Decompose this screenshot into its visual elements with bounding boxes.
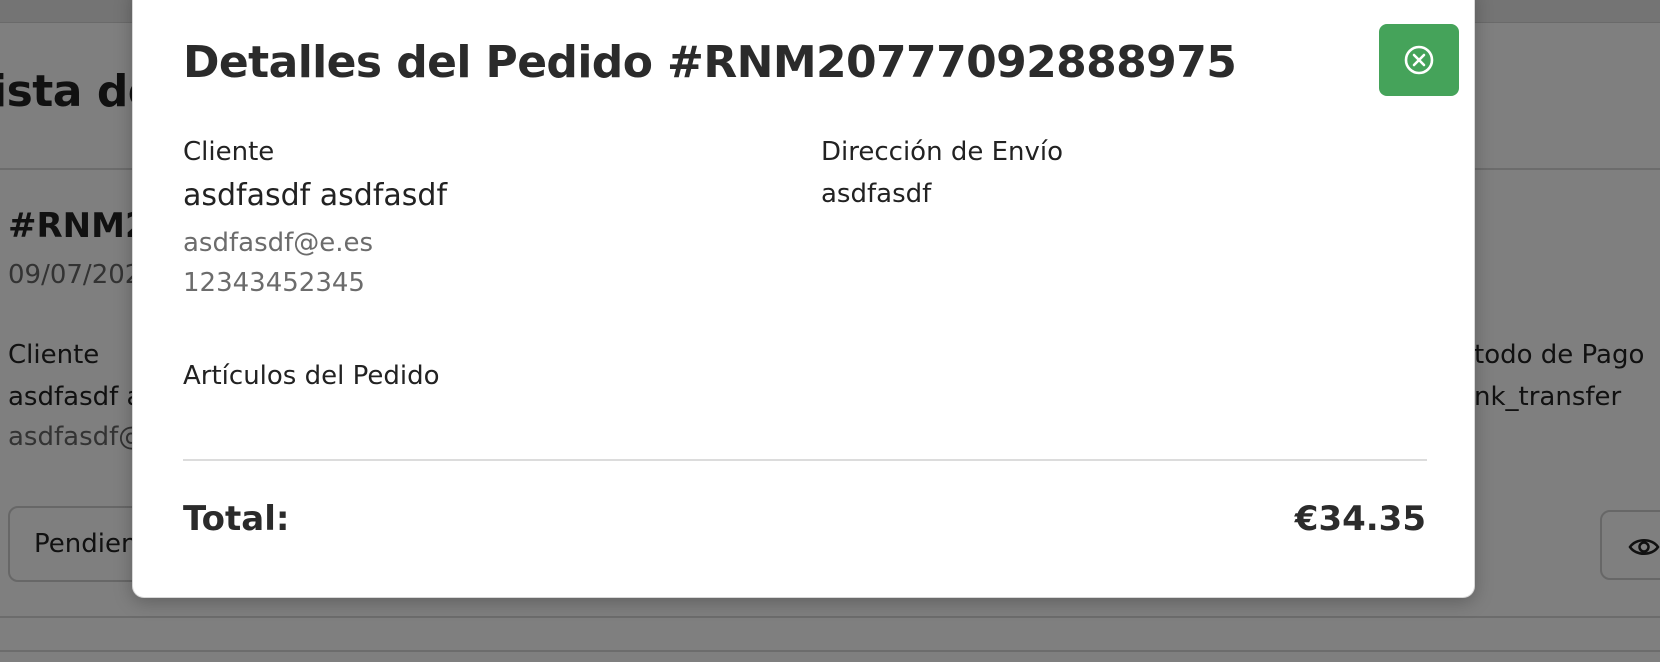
close-circle-icon <box>1404 45 1434 75</box>
customer-email: asdfasdf@e.es <box>183 228 374 258</box>
close-button[interactable] <box>1379 24 1459 96</box>
customer-name: asdfasdf asdfasdf <box>183 178 448 213</box>
modal-title: Detalles del Pedido #RNM20777092888975 <box>183 37 1237 88</box>
shipping-address-label: Dirección de Envío <box>821 137 1064 167</box>
order-items-heading: Artículos del Pedido <box>183 361 440 391</box>
modal-divider <box>183 459 1427 461</box>
total-value: €34.35 <box>1294 499 1426 539</box>
customer-label: Cliente <box>183 137 275 167</box>
customer-phone: 12343452345 <box>183 268 365 298</box>
shipping-address-value: asdfasdf <box>821 179 932 209</box>
total-label: Total: <box>183 499 290 539</box>
order-details-modal: Detalles del Pedido #RNM20777092888975 C… <box>132 0 1475 598</box>
